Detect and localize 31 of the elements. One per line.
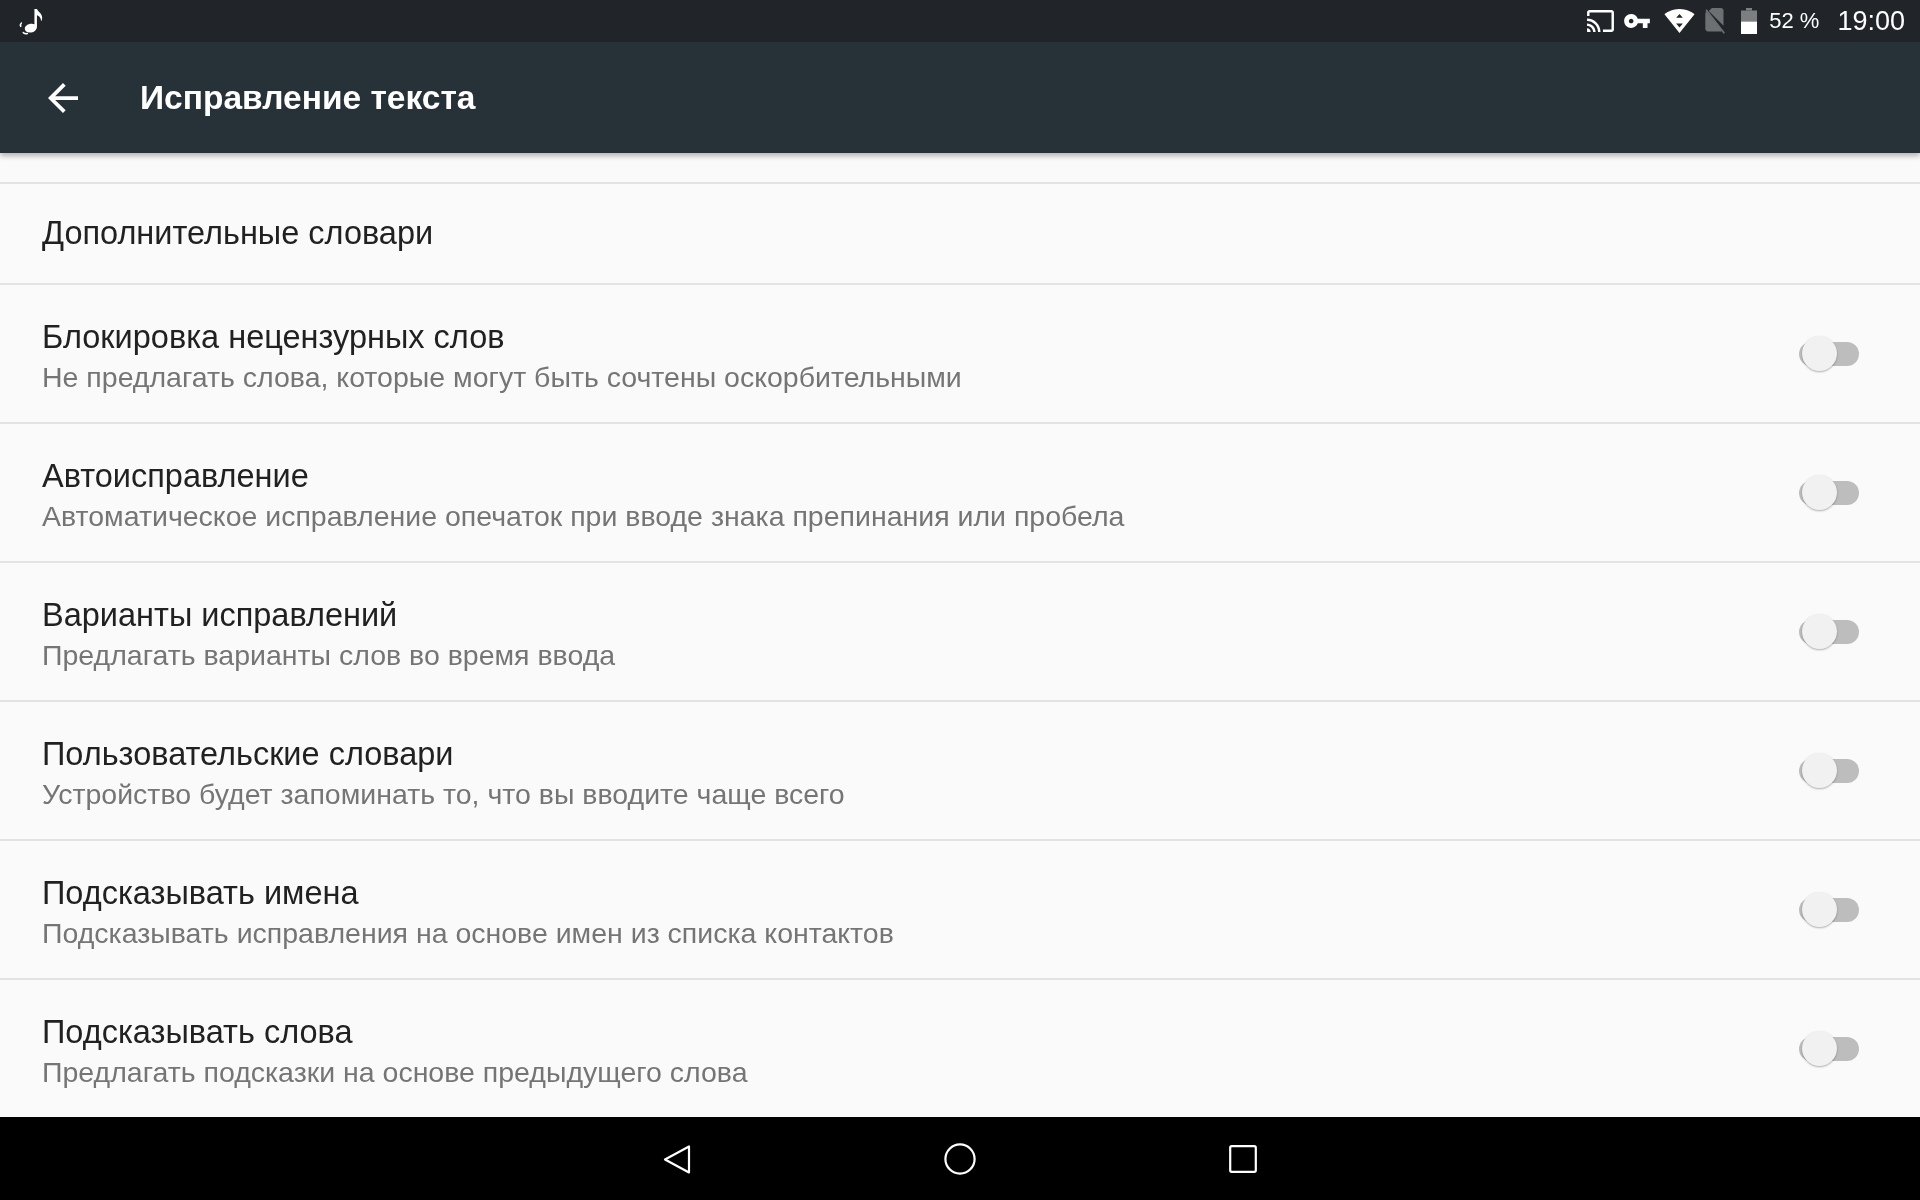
setting-title: Автоисправление <box>42 456 309 496</box>
cast-icon <box>1587 10 1615 32</box>
setting-summary: Предлагать варианты слов во время ввода <box>42 637 616 673</box>
toggle-switch[interactable] <box>1799 334 1859 373</box>
setting-title: Блокировка нецензурных слов <box>42 317 505 357</box>
setting-summary: Устройство будет запоминать то, что вы вводите чаще всего <box>42 776 845 812</box>
screen-title: Исправление текста <box>140 78 476 117</box>
toggle-switch[interactable] <box>1799 890 1859 929</box>
battery-percent: 52 % <box>1769 8 1820 34</box>
recents-icon[interactable] <box>1229 1145 1257 1173</box>
clock: 19:00 <box>1837 5 1905 37</box>
back-icon[interactable] <box>48 82 78 113</box>
settings-item[interactable]: Дополнительные словари <box>0 182 1920 283</box>
home-icon[interactable] <box>944 1143 976 1175</box>
setting-title: Пользовательские словари <box>42 734 454 774</box>
setting-summary: Подсказывать исправления на основе имен из списка контактов <box>42 915 894 951</box>
setting-title: Варианты исправлений <box>42 595 398 635</box>
setting-summary: Предлагать подсказки на основе предыдущего слова <box>42 1054 748 1090</box>
key-icon <box>1624 14 1651 28</box>
toggle-switch[interactable] <box>1799 612 1859 651</box>
toggle-switch[interactable] <box>1799 751 1859 790</box>
setting-summary: Автоматическое исправление опечаток при вводе знака препинания или пробела <box>42 498 1125 534</box>
toggle-switch[interactable] <box>1799 1029 1859 1068</box>
toggle-switch[interactable] <box>1799 473 1859 512</box>
wifi-icon <box>1664 9 1696 33</box>
setting-title: Подсказывать имена <box>42 873 359 913</box>
setting-summary: Не предлагать слова, которые могут быть сочтены оскорбительными <box>42 359 962 395</box>
no-sim-icon <box>1705 8 1726 34</box>
battery-icon <box>1741 8 1758 34</box>
nav-back-icon[interactable] <box>662 1143 692 1175</box>
setting-title: Подсказывать слова <box>42 1012 353 1052</box>
